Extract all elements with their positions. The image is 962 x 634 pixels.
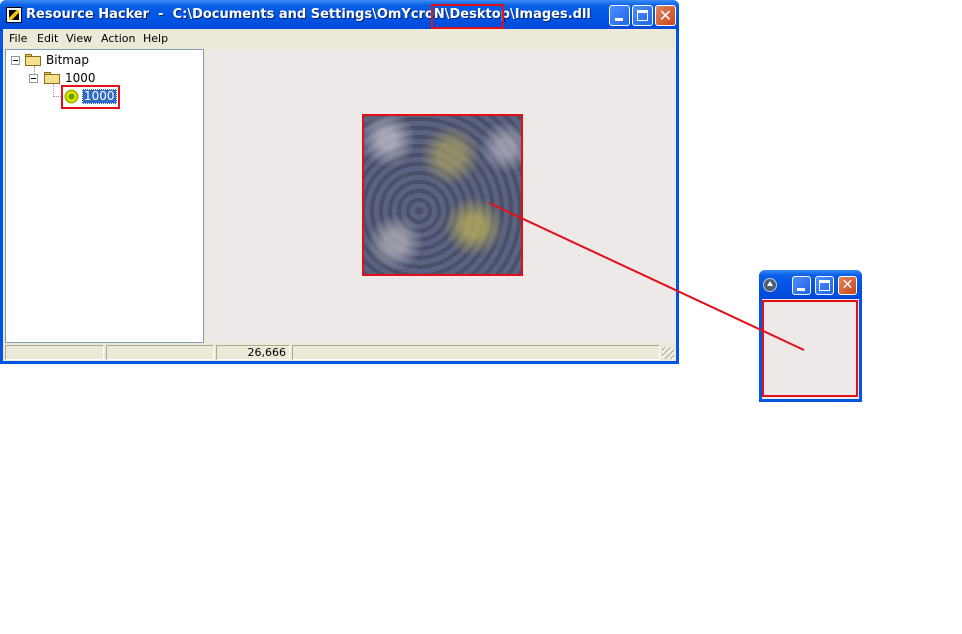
filename-highlight-box bbox=[431, 4, 504, 29]
title-filename: Images.dll bbox=[514, 7, 591, 22]
small-minimize-button[interactable] bbox=[792, 276, 811, 295]
status-cell-4 bbox=[292, 345, 660, 360]
maximize-icon bbox=[637, 10, 648, 21]
status-cell-2 bbox=[106, 345, 214, 360]
status-cell-1 bbox=[5, 345, 104, 360]
selection-highlight-box bbox=[61, 85, 120, 109]
small-maximize-button[interactable] bbox=[815, 276, 834, 295]
maximize-icon bbox=[819, 280, 830, 291]
close-button[interactable]: ✕ bbox=[655, 5, 676, 26]
menu-file[interactable]: File bbox=[5, 30, 31, 47]
menu-help[interactable]: Help bbox=[139, 30, 172, 47]
folder-icon bbox=[44, 72, 60, 84]
menu-view[interactable]: View bbox=[62, 30, 96, 47]
menu-action[interactable]: Action bbox=[97, 30, 139, 47]
collapse-icon[interactable] bbox=[11, 56, 20, 65]
tree-item-1000[interactable]: 1000 bbox=[65, 71, 96, 85]
status-cell-size: 26,666 bbox=[216, 345, 290, 360]
small-close-button[interactable]: ✕ bbox=[838, 276, 857, 295]
minimize-icon bbox=[615, 18, 623, 21]
small-window-highlight-box bbox=[762, 300, 858, 397]
collapse-icon[interactable] bbox=[29, 74, 38, 83]
resize-grip-icon[interactable] bbox=[662, 347, 674, 359]
minimize-button[interactable] bbox=[609, 5, 630, 26]
close-icon: ✕ bbox=[658, 6, 673, 25]
tree-item-bitmap[interactable]: Bitmap bbox=[46, 53, 89, 67]
minimize-icon bbox=[797, 288, 805, 291]
app-icon[interactable] bbox=[6, 7, 22, 23]
window-title: Resource Hacker - C:\Documents and Setti… bbox=[26, 7, 591, 22]
rollup-icon[interactable] bbox=[763, 278, 777, 292]
tree-line bbox=[53, 83, 54, 97]
maximize-button[interactable] bbox=[632, 5, 653, 26]
folder-icon bbox=[25, 54, 41, 66]
menu-edit[interactable]: Edit bbox=[33, 30, 62, 47]
close-icon: ✕ bbox=[841, 277, 854, 293]
bitmap-highlight-box bbox=[362, 114, 523, 276]
